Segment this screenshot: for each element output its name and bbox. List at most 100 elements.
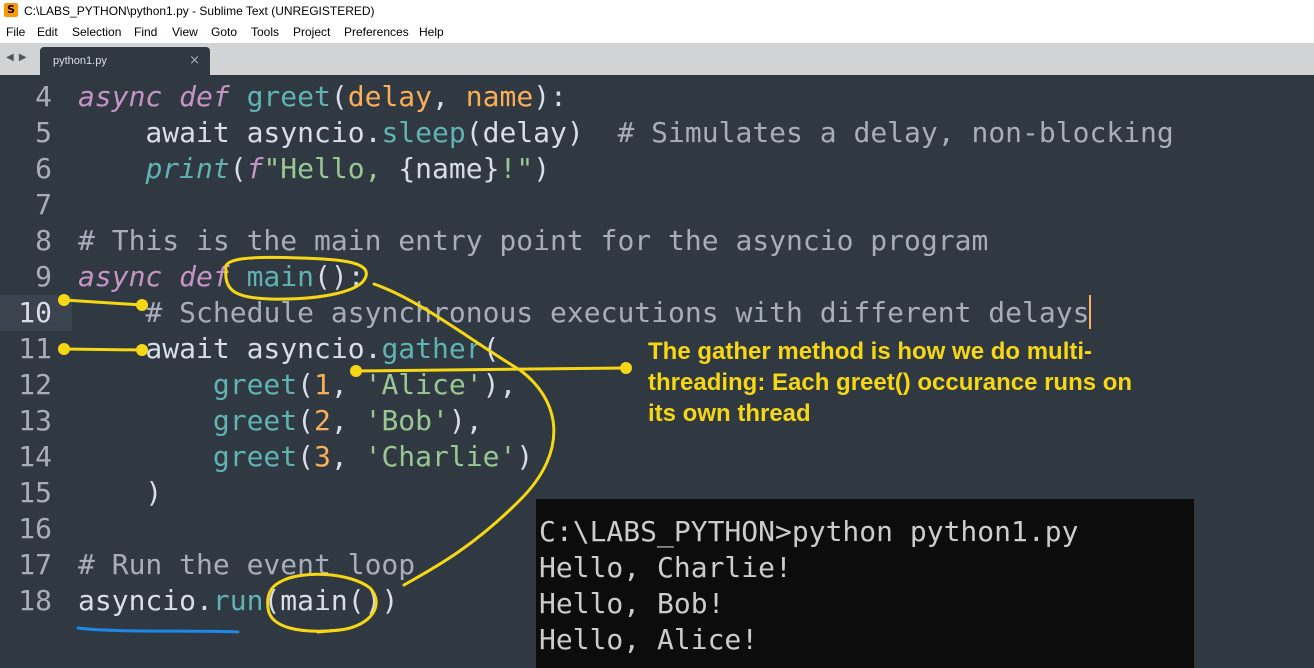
- code-text: await asyncio.sleep(delay) # Simulates a…: [78, 115, 1173, 151]
- menu-selection[interactable]: Selection: [72, 25, 121, 39]
- code-token: greet: [212, 404, 298, 437]
- tab-label: python1.py: [53, 55, 107, 67]
- code-token: main: [246, 260, 315, 293]
- code-line[interactable]: 6 print(f"Hello, {name}!"): [0, 151, 1314, 187]
- code-token: name: [465, 80, 534, 113]
- code-text: greet(3, 'Charlie'): [78, 439, 533, 475]
- tab-nav-arrows-icon[interactable]: ◀ ▶: [6, 52, 28, 63]
- code-token: gather: [381, 332, 483, 365]
- code-line[interactable]: 4 async def greet(delay, name):: [0, 79, 1314, 115]
- menu-preferences[interactable]: Preferences: [344, 25, 409, 39]
- title-bar: S C:\LABS_PYTHON\python1.py - Sublime Te…: [0, 0, 1314, 22]
- close-icon[interactable]: ×: [189, 53, 200, 68]
- menu-find[interactable]: Find: [134, 25, 157, 39]
- code-line[interactable]: 9 async def main():: [0, 259, 1314, 295]
- terminal-line: C:\LABS_PYTHON>python python1.py: [539, 515, 1079, 548]
- code-token: 'Bob': [364, 404, 449, 437]
- sublime-logo-icon: S: [4, 3, 18, 17]
- code-token: (: [229, 152, 247, 185]
- code-token: (: [482, 332, 500, 365]
- code-token: (: [330, 80, 348, 113]
- code-token: (: [297, 440, 315, 473]
- tab-bar: ◀ ▶ python1.py ×: [0, 43, 1314, 75]
- code-token: ,: [330, 404, 365, 437]
- code-text: async def greet(delay, name):: [78, 79, 567, 115]
- code-line[interactable]: 10 # Schedule asynchronous executions wi…: [0, 295, 1314, 331]
- annotation-line: its own thread: [648, 400, 811, 427]
- code-token: (: [297, 404, 315, 437]
- code-token: run: [212, 584, 264, 617]
- code-token: "Hello,: [263, 152, 399, 185]
- line-number: 5: [35, 116, 52, 149]
- tab-python1[interactable]: python1.py ×: [40, 47, 210, 75]
- text-cursor: [1089, 295, 1092, 329]
- blue-underline: [76, 626, 240, 634]
- code-token: sleep: [381, 116, 466, 149]
- code-token: async def: [78, 80, 247, 113]
- code-token: f: [246, 152, 264, 185]
- code-token: ,: [330, 440, 365, 473]
- code-token: ():: [314, 260, 365, 293]
- handwritten-annotation: The gather method is how we do multi- th…: [648, 336, 1228, 429]
- menu-file[interactable]: File: [6, 25, 25, 39]
- code-token: (delay): [465, 116, 618, 149]
- line-number: 16: [18, 512, 52, 545]
- code-text: asyncio.run(main()): [78, 583, 398, 619]
- code-token: asyncio.: [78, 584, 213, 617]
- menu-project[interactable]: Project: [293, 25, 330, 39]
- code-line[interactable]: 7: [0, 187, 1314, 223]
- annotation-line: The gather method is how we do multi-: [648, 338, 1093, 365]
- code-token: # Schedule asynchronous executions with …: [145, 296, 1090, 329]
- code-token: 3: [314, 440, 331, 473]
- code-token: ): [78, 476, 163, 509]
- code-token: !": [499, 152, 534, 185]
- line-number: 15: [18, 476, 52, 509]
- code-token: ): [516, 440, 534, 473]
- line-number: 13: [18, 404, 52, 437]
- code-token: greet: [246, 80, 331, 113]
- line-number: 9: [35, 260, 52, 293]
- menu-tools[interactable]: Tools: [251, 25, 279, 39]
- code-text: await asyncio.gather(: [78, 331, 499, 367]
- terminal-line: Hello, Charlie!: [539, 551, 792, 584]
- code-token: ,: [330, 368, 365, 401]
- code-token: ),: [448, 404, 483, 437]
- menu-edit[interactable]: Edit: [37, 25, 58, 39]
- code-line[interactable]: 14 greet(3, 'Charlie'): [0, 439, 1314, 475]
- code-token: 'Charlie': [364, 440, 517, 473]
- code-text: # Run the event loop: [78, 547, 415, 583]
- code-token: greet: [212, 368, 298, 401]
- code-token: ),: [482, 368, 517, 401]
- code-token: 2: [314, 404, 331, 437]
- code-line[interactable]: 5 await asyncio.sleep(delay) # Simulates…: [0, 115, 1314, 151]
- code-token: 1: [314, 368, 331, 401]
- code-text: ): [78, 475, 162, 511]
- terminal-line: Hello, Alice!: [539, 623, 759, 656]
- code-token: greet: [212, 440, 298, 473]
- terminal-line: Hello, Bob!: [539, 587, 725, 620]
- code-token: (main()): [263, 584, 399, 617]
- code-text: greet(1, 'Alice'),: [78, 367, 516, 403]
- code-token: await asyncio.: [78, 332, 382, 365]
- code-line[interactable]: 8 # This is the main entry point for the …: [0, 223, 1314, 259]
- tail-call: [316, 628, 342, 634]
- code-token: (: [297, 368, 315, 401]
- code-text: print(f"Hello, {name}!"): [78, 151, 550, 187]
- line-number: 12: [18, 368, 52, 401]
- line-number: 14: [18, 440, 52, 473]
- code-token: await asyncio.: [78, 116, 382, 149]
- menu-goto[interactable]: Goto: [211, 25, 237, 39]
- code-text: # Schedule asynchronous executions with …: [78, 295, 1092, 331]
- menu-bar: File Edit Selection Find View Goto Tools…: [0, 22, 1314, 43]
- menu-view[interactable]: View: [172, 25, 198, 39]
- menu-help[interactable]: Help: [419, 25, 444, 39]
- code-token: ): [533, 152, 551, 185]
- code-token: # This is the main entry point for the a…: [78, 224, 989, 257]
- code-token: print: [145, 152, 230, 185]
- code-text: # This is the main entry point for the a…: [78, 223, 988, 259]
